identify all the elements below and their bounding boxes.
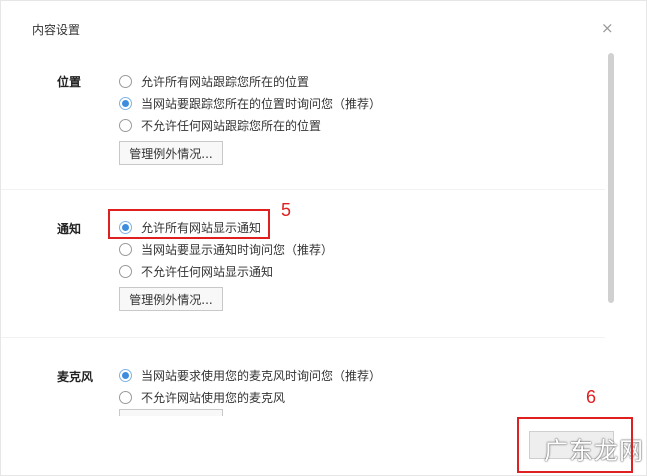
annotation-number-5: 5 bbox=[281, 200, 292, 220]
option-label: 当网站要显示通知时询问您（推荐） bbox=[141, 242, 334, 257]
option-label: 允许所有网站跟踪您所在的位置 bbox=[141, 74, 310, 89]
section-divider bbox=[1, 189, 605, 190]
location-manage-exceptions-button[interactable]: 管理例外情况... bbox=[119, 141, 223, 165]
radio-icon[interactable] bbox=[119, 118, 132, 132]
radio-icon[interactable] bbox=[119, 264, 132, 278]
microphone-manage-exceptions-button[interactable] bbox=[119, 409, 223, 416]
option-label: 不允许任何网站显示通知 bbox=[141, 264, 274, 279]
radio-icon[interactable] bbox=[119, 242, 132, 256]
location-block-all-option[interactable]: 不允许任何网站跟踪您所在的位置 bbox=[119, 116, 321, 134]
annotation-box-6 bbox=[517, 417, 633, 473]
option-label: 当网站要跟踪您所在的位置时询问您（推荐） bbox=[141, 96, 382, 111]
microphone-block-option[interactable]: 不允许网站使用您的麦克风 bbox=[119, 388, 285, 406]
microphone-ask-option[interactable]: 当网站要求使用您的麦克风时询问您（推荐） bbox=[119, 366, 381, 384]
scrollbar-thumb[interactable] bbox=[608, 53, 614, 303]
annotation-box-5 bbox=[108, 209, 270, 239]
option-label: 不允许任何网站跟踪您所在的位置 bbox=[141, 118, 322, 133]
microphone-section-label: 麦克风 bbox=[57, 370, 94, 384]
radio-icon[interactable] bbox=[119, 74, 132, 88]
settings-content: 位置 允许所有网站跟踪您所在的位置 当网站要跟踪您所在的位置时询问您（推荐） 不… bbox=[1, 51, 605, 416]
option-label: 不允许网站使用您的麦克风 bbox=[141, 390, 286, 405]
location-ask-option[interactable]: 当网站要跟踪您所在的位置时询问您（推荐） bbox=[119, 94, 381, 112]
radio-checked-icon[interactable] bbox=[119, 368, 132, 382]
annotation-number-6: 6 bbox=[586, 387, 597, 407]
option-label: 当网站要求使用您的麦克风时询问您（推荐） bbox=[141, 368, 382, 383]
dialog-title: 内容设置 bbox=[32, 23, 81, 37]
notifications-section-label: 通知 bbox=[57, 222, 82, 236]
notifications-ask-option[interactable]: 当网站要显示通知时询问您（推荐） bbox=[119, 240, 333, 258]
close-icon[interactable]: × bbox=[601, 19, 614, 37]
content-settings-dialog: 内容设置 × 位置 允许所有网站跟踪您所在的位置 当网站要跟踪您所在的位置时询问… bbox=[0, 0, 647, 476]
radio-checked-icon[interactable] bbox=[119, 96, 132, 110]
section-divider bbox=[1, 337, 605, 338]
location-section-label: 位置 bbox=[57, 75, 82, 89]
notifications-block-all-option[interactable]: 不允许任何网站显示通知 bbox=[119, 262, 273, 280]
location-allow-all-option[interactable]: 允许所有网站跟踪您所在的位置 bbox=[119, 72, 309, 90]
notifications-manage-exceptions-button[interactable]: 管理例外情况... bbox=[119, 287, 223, 311]
radio-icon[interactable] bbox=[119, 390, 132, 404]
